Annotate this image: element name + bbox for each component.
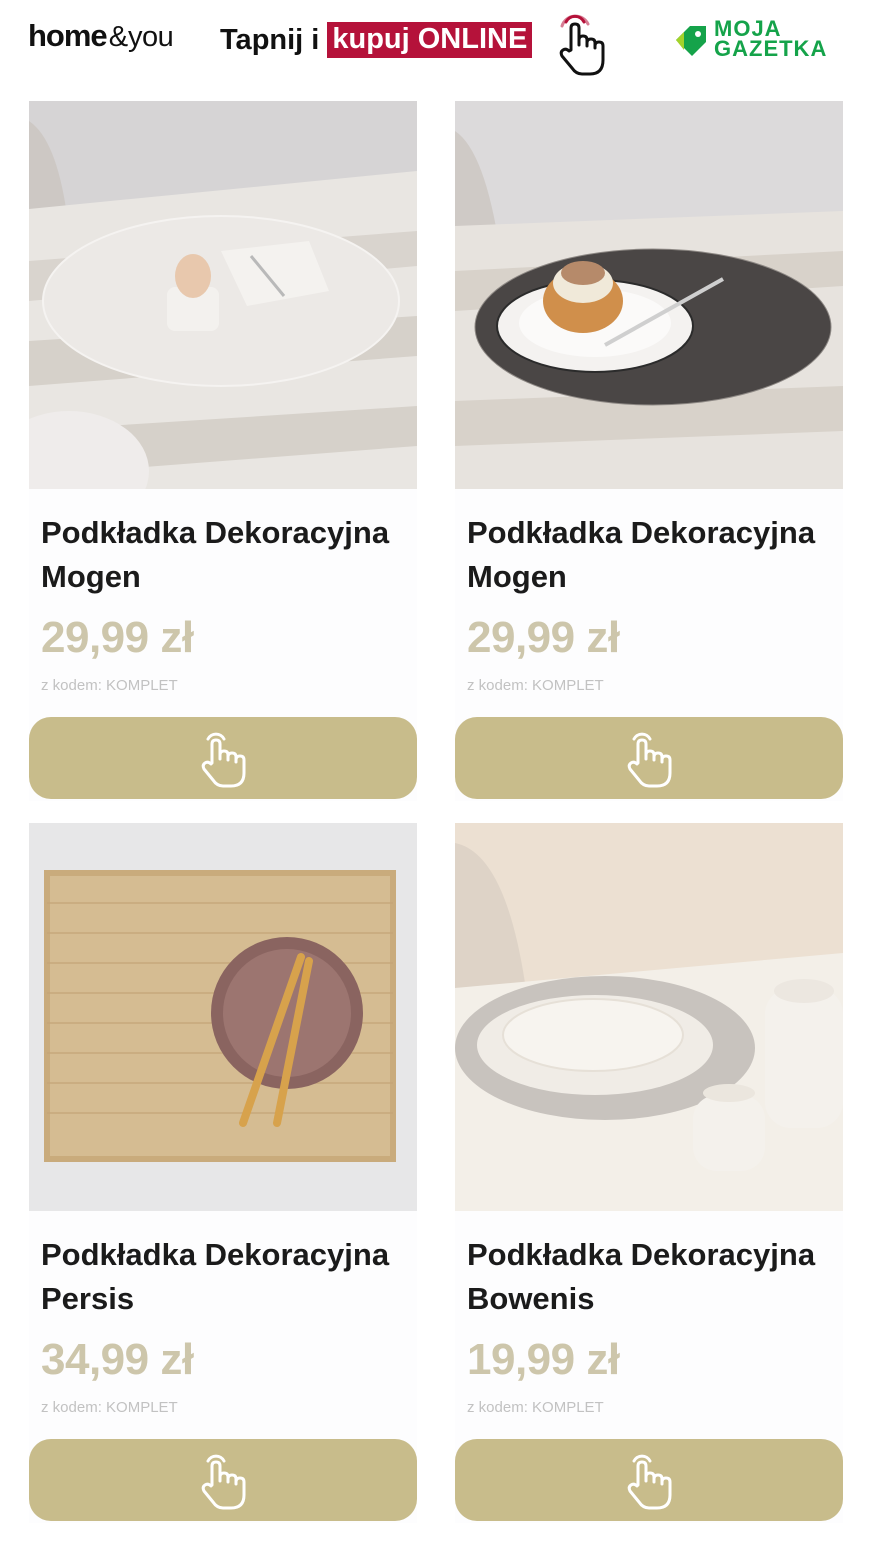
product-card: Podkładka Dekoracyjna Mogen 29,99 zł z k… (455, 101, 843, 801)
promo-code: z kodem: KOMPLET (41, 1399, 178, 1416)
product-info: Podkładka Dekoracyjna Mogen 29,99 zł z k… (29, 489, 417, 801)
product-info: Podkładka Dekoracyjna Persis 34,99 zł z … (29, 1211, 417, 1523)
product-image[interactable] (455, 823, 843, 1211)
product-image[interactable] (455, 101, 843, 489)
product-card: Podkładka Dekoracyjna Persis 34,99 zł z … (29, 823, 417, 1523)
buy-online-button[interactable] (455, 1439, 843, 1521)
product-name[interactable]: Podkładka Dekoracyjna Mogen (41, 511, 411, 599)
tap-hand-icon (201, 1454, 246, 1510)
home-and-you-logo[interactable]: home & you (28, 18, 174, 58)
logo-you-text: you (128, 21, 174, 53)
gazetka-line2: GAZETKA (714, 36, 828, 61)
shop-online-banner[interactable]: Tapnij i kupuj ONLINE (220, 22, 533, 58)
buy-online-button[interactable] (29, 1439, 417, 1521)
product-card: Podkładka Dekoracyjna Bowenis 19,99 zł z… (455, 823, 843, 1523)
product-price: 34,99 zł (41, 1335, 194, 1384)
buy-online-button[interactable] (455, 717, 843, 799)
promo-code: z kodem: KOMPLET (467, 1399, 604, 1416)
header: home & you Tapnij i kupuj ONLINE MOJA GA… (0, 0, 872, 86)
tap-hand-icon (627, 1454, 672, 1510)
product-price: 29,99 zł (41, 613, 194, 662)
tap-hand-icon (201, 732, 246, 788)
product-name[interactable]: Podkładka Dekoracyjna Bowenis (467, 1233, 837, 1321)
shop-online-highlight: kupuj ONLINE (327, 22, 533, 58)
logo-amp-text: & (108, 21, 129, 53)
product-price: 29,99 zł (467, 613, 620, 662)
product-card: Podkładka Dekoracyjna Mogen 29,99 zł z k… (29, 101, 417, 801)
tap-text: Tapnij i (220, 23, 320, 56)
product-price: 19,99 zł (467, 1335, 620, 1384)
product-image[interactable] (29, 101, 417, 489)
promo-code: z kodem: KOMPLET (467, 677, 604, 694)
buy-online-button[interactable] (29, 717, 417, 799)
promo-code: z kodem: KOMPLET (41, 677, 178, 694)
tag-icon (676, 26, 706, 56)
tap-hand-icon (627, 732, 672, 788)
tap-hand-icon[interactable] (552, 12, 610, 78)
product-info: Podkładka Dekoracyjna Mogen 29,99 zł z k… (455, 489, 843, 801)
logo-home-text: home (28, 18, 108, 53)
product-info: Podkładka Dekoracyjna Bowenis 19,99 zł z… (455, 1211, 843, 1523)
product-name[interactable]: Podkładka Dekoracyjna Mogen (467, 511, 837, 599)
product-name[interactable]: Podkładka Dekoracyjna Persis (41, 1233, 411, 1321)
moja-gazetka-logo[interactable]: MOJA GAZETKA (672, 16, 848, 64)
product-image[interactable] (29, 823, 417, 1211)
